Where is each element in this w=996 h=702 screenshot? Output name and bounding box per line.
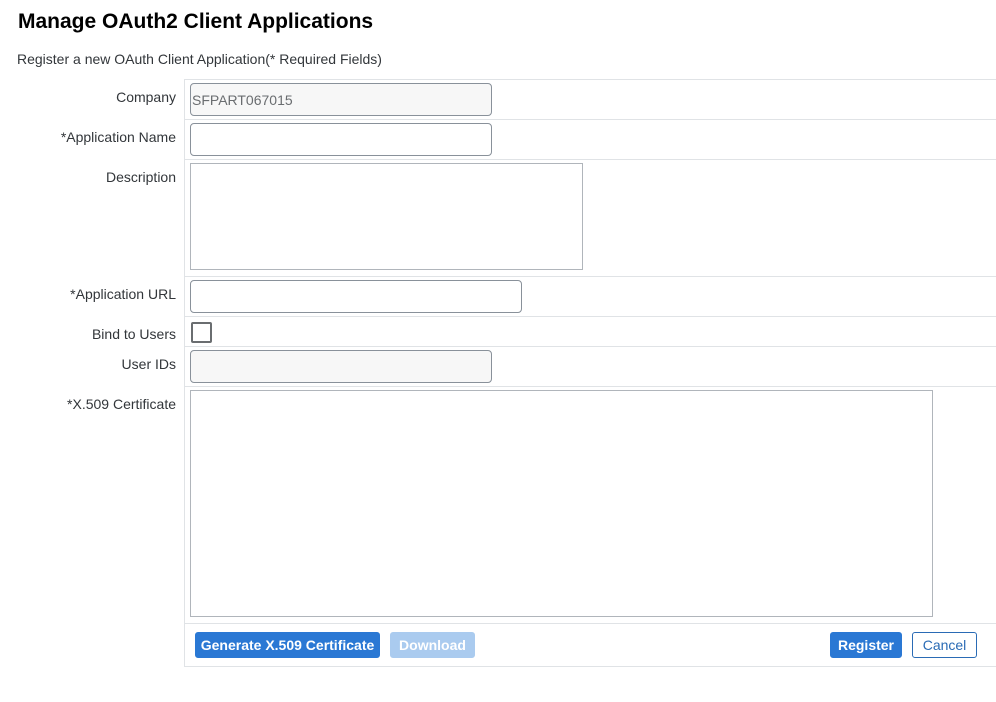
cancel-button[interactable]: Cancel <box>912 632 977 658</box>
row-divider <box>184 386 996 387</box>
page-title: Manage OAuth2 Client Applications <box>18 10 374 33</box>
description-textarea[interactable] <box>190 163 583 270</box>
company-field <box>190 83 492 116</box>
company-label: Company <box>116 89 176 105</box>
row-divider <box>184 623 996 624</box>
oauth-client-page: Manage OAuth2 Client Applications Regist… <box>0 0 996 702</box>
certificate-label: *X.509 Certificate <box>67 396 176 412</box>
user-ids-label: User IDs <box>121 356 176 372</box>
bind-to-users-checkbox[interactable] <box>191 322 212 343</box>
description-label: Description <box>105 169 176 185</box>
bind-to-users-label: Bind to Users <box>91 326 176 342</box>
application-name-label: *Application Name <box>60 129 176 145</box>
row-divider <box>184 119 996 120</box>
download-button[interactable]: Download <box>390 632 475 658</box>
application-name-input[interactable] <box>190 123 492 156</box>
generate-certificate-button[interactable]: Generate X.509 Certificate <box>195 632 380 658</box>
certificate-textarea[interactable] <box>190 390 933 617</box>
register-button[interactable]: Register <box>830 632 902 658</box>
row-divider <box>184 276 996 277</box>
row-divider <box>184 316 996 317</box>
row-divider <box>184 159 996 160</box>
row-divider <box>184 346 996 347</box>
application-url-label: *Application URL <box>70 286 176 302</box>
application-url-input[interactable] <box>190 280 522 313</box>
user-ids-input[interactable] <box>190 350 492 383</box>
page-subtitle: Register a new OAuth Client Application(… <box>17 51 382 67</box>
